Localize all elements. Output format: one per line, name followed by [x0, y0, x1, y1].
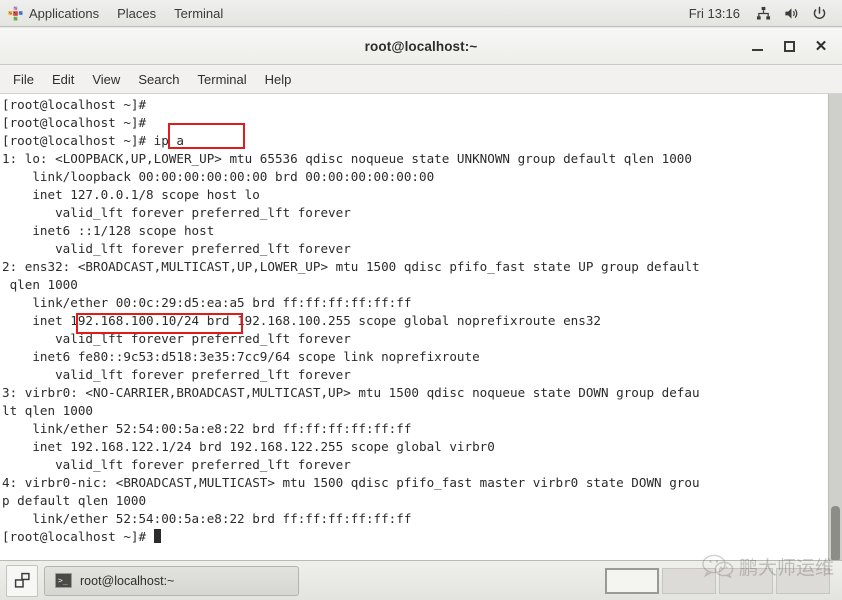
menu-terminal-window[interactable]: Terminal	[189, 68, 256, 91]
desktop-screen: Applications Places Terminal Fri 13:16 r…	[0, 0, 842, 600]
clock[interactable]: Fri 13:16	[681, 3, 748, 24]
terminal-line: inet 192.168.122.1/24 brd 192.168.122.25…	[2, 439, 495, 454]
window-title: root@localhost:~	[364, 38, 478, 54]
terminal-line: link/ether 52:54:00:5a:e8:22 brd ff:ff:f…	[2, 421, 412, 436]
terminal-line: qlen 1000	[2, 277, 78, 292]
window-title-bar[interactable]: root@localhost:~ ✕	[0, 28, 842, 65]
terminal-line: 1: lo: <LOOPBACK,UP,LOWER_UP> mtu 65536 …	[2, 151, 692, 166]
workspace-switcher	[605, 567, 836, 594]
terminal-line: [root@localhost ~]#	[2, 115, 147, 130]
terminal-line: valid_lft forever preferred_lft forever	[2, 205, 351, 220]
workspace-2[interactable]	[662, 567, 716, 594]
terminal-line: 2: ens32: <BROADCAST,MULTICAST,UP,LOWER_…	[2, 259, 700, 274]
terminal-line: [root@localhost ~]#	[2, 97, 147, 112]
menu-file[interactable]: File	[4, 68, 43, 91]
taskbar: >_ root@localhost:~	[0, 560, 842, 600]
terminal-line: valid_lft forever preferred_lft forever	[2, 457, 351, 472]
menu-search[interactable]: Search	[129, 68, 188, 91]
menu-view[interactable]: View	[83, 68, 129, 91]
menu-terminal-label: Terminal	[174, 5, 224, 21]
show-desktop-icon[interactable]	[6, 564, 38, 597]
terminal-scrollbar[interactable]	[828, 94, 842, 560]
menu-terminal[interactable]: Terminal	[165, 3, 232, 24]
terminal-prompt: [root@localhost ~]#	[2, 529, 154, 544]
menu-places-label: Places	[117, 5, 157, 21]
applications-icon	[8, 5, 23, 21]
terminal-icon: >_	[55, 573, 72, 588]
terminal-cursor	[153, 529, 162, 543]
terminal-line: inet6 fe80::9c53:d518:3e35:7cc9/64 scope…	[2, 349, 480, 364]
terminal-line: [root@localhost ~]# ip a	[2, 133, 184, 148]
network-icon[interactable]	[750, 2, 776, 24]
workspace-4[interactable]	[776, 567, 830, 594]
terminal-line: inet 192.168.100.10/24 brd 192.168.100.2…	[2, 313, 601, 328]
terminal-line: lt qlen 1000	[2, 403, 93, 418]
terminal-output[interactable]: [root@localhost ~]# [root@localhost ~]# [r…	[0, 94, 828, 560]
top-panel: Applications Places Terminal Fri 13:16	[0, 0, 842, 27]
menu-applications-label: Applications	[29, 5, 100, 21]
terminal-scrollbar-thumb[interactable]	[831, 506, 840, 560]
terminal-line: 4: virbr0-nic: <BROADCAST,MULTICAST> mtu…	[2, 475, 700, 490]
terminal-line: valid_lft forever preferred_lft forever	[2, 367, 351, 382]
terminal-prompt-line: [root@localhost ~]#	[2, 528, 828, 546]
terminal-line: 3: virbr0: <NO-CARRIER,BROADCAST,MULTICA…	[2, 385, 700, 400]
terminal-line: inet 127.0.0.1/8 scope host lo	[2, 187, 260, 202]
terminal-body[interactable]: [root@localhost ~]# [root@localhost ~]# [r…	[0, 94, 842, 560]
terminal-window: root@localhost:~ ✕ File Edit View Search…	[0, 28, 842, 560]
close-button[interactable]: ✕	[806, 32, 836, 60]
menu-help[interactable]: Help	[256, 68, 301, 91]
terminal-line: link/loopback 00:00:00:00:00:00 brd 00:0…	[2, 169, 435, 184]
window-controls: ✕	[742, 28, 836, 64]
workspace-3[interactable]	[719, 567, 773, 594]
terminal-line: inet6 ::1/128 scope host	[2, 223, 215, 238]
terminal-line: p default qlen 1000	[2, 493, 147, 508]
maximize-button[interactable]	[774, 32, 804, 60]
menu-bar: File Edit View Search Terminal Help	[0, 65, 842, 94]
menu-places[interactable]: Places	[108, 3, 165, 24]
terminal-line: valid_lft forever preferred_lft forever	[2, 331, 351, 346]
taskbar-window-label: root@localhost:~	[80, 573, 175, 588]
terminal-line: link/ether 00:0c:29:d5:ea:a5 brd ff:ff:f…	[2, 295, 412, 310]
power-icon[interactable]	[806, 2, 832, 24]
taskbar-window-button[interactable]: >_ root@localhost:~	[44, 565, 299, 596]
workspace-1[interactable]	[605, 567, 659, 594]
menu-edit[interactable]: Edit	[43, 68, 83, 91]
menu-applications[interactable]: Applications	[0, 3, 108, 24]
panel-status-area: Fri 13:16	[681, 2, 842, 24]
minimize-button[interactable]	[742, 32, 772, 60]
terminal-line: link/ether 52:54:00:5a:e8:22 brd ff:ff:f…	[2, 511, 412, 526]
volume-icon[interactable]	[778, 2, 804, 24]
terminal-line: valid_lft forever preferred_lft forever	[2, 241, 351, 256]
